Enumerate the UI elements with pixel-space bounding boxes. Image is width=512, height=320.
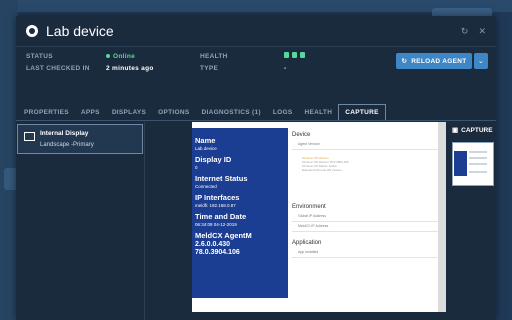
online-dot-icon	[106, 54, 110, 59]
preview-chrome-version: 78.0.3904.106	[195, 249, 240, 256]
thumbnail-line	[469, 151, 487, 153]
close-icon[interactable]: ✕	[478, 26, 486, 37]
preview-details: Device Agent Version Chrome OS Version C…	[292, 128, 438, 304]
type-value: -	[284, 65, 287, 72]
device-modal: Lab device ↻ ✕ STATUS Online LAST CHECKE…	[16, 16, 496, 320]
tab-displays[interactable]: DISPLAYS	[106, 104, 152, 120]
thumbnail-panel	[454, 151, 467, 176]
preview-row-global-ip: Global IP Address	[292, 212, 438, 222]
reload-dropdown-button[interactable]: ⌄	[474, 53, 488, 69]
health-monitor-icon	[292, 52, 297, 58]
monitor-icon	[24, 132, 35, 141]
preview-section-application: Application	[292, 240, 322, 246]
status-label: STATUS	[26, 53, 53, 60]
preview-info-panel: Name Lab device Display ID 0 Internet St…	[192, 128, 288, 298]
capture-preview: Name Lab device Display ID 0 Internet St…	[192, 122, 446, 312]
display-orientation: Landscape -Primary	[40, 142, 94, 148]
last-checked-label: LAST CHECKED IN	[26, 65, 90, 72]
tab-capture[interactable]: CAPTURE	[338, 104, 386, 120]
health-battery-icon	[300, 52, 305, 58]
preview-time-label: Time and Date	[195, 212, 247, 221]
camera-icon: ▣	[452, 127, 459, 134]
tab-logs[interactable]: LOGS	[267, 104, 299, 120]
reload-icon: ↻	[401, 58, 408, 65]
display-item[interactable]: Internal Display Landscape -Primary	[17, 124, 143, 154]
preview-ip-label: IP Interfaces	[195, 193, 240, 202]
thumbnail-line	[469, 163, 487, 165]
thumbnail-line	[469, 171, 487, 173]
modal-header: Lab device ↻ ✕	[16, 16, 496, 47]
health-icons	[284, 52, 305, 58]
preview-time-value: 06:34:08 04-12-2019	[195, 222, 237, 227]
tab-options[interactable]: OPTIONS	[152, 104, 195, 120]
preview-row-app: App Installed	[292, 248, 438, 258]
preview-display-label: Display ID	[195, 155, 232, 164]
preview-name-value: Lab device	[195, 146, 217, 151]
reload-agent-button[interactable]: ↻ RELOAD AGENT	[396, 53, 472, 69]
header-actions: ↻ ✕	[461, 26, 486, 37]
thumbnail-line	[469, 157, 487, 159]
status-section: STATUS Online LAST CHECKED IN 2 minutes …	[16, 47, 496, 85]
status-value: Online	[106, 53, 135, 60]
device-title: Lab device	[46, 23, 114, 39]
capture-thumbnail[interactable]	[452, 142, 494, 186]
preview-row-meld-ip: MeldCX IP Address	[292, 222, 438, 232]
tab-properties[interactable]: PROPERTIES	[18, 104, 75, 120]
preview-internet-value: Connected	[195, 184, 217, 189]
refresh-icon[interactable]: ↻	[461, 26, 469, 37]
capture-panel: ▣ CAPTURE	[446, 122, 496, 320]
meld-logo-icon	[26, 25, 38, 37]
last-checked-value: 2 minutes ago	[106, 65, 154, 72]
chevron-down-icon: ⌄	[477, 58, 485, 65]
tab-apps[interactable]: APPS	[75, 104, 106, 120]
preview-section-device: Device	[292, 132, 311, 138]
tab-health[interactable]: HEALTH	[299, 104, 339, 120]
preview-internet-label: Internet Status	[195, 174, 248, 183]
tab-bar: PROPERTIES APPS DISPLAYS OPTIONS DIAGNOS…	[16, 104, 496, 121]
preview-agent-label: MeldCX AgentM	[195, 231, 252, 240]
display-list: Internal Display Landscape -Primary	[16, 122, 145, 320]
preview-scrollbar[interactable]	[438, 122, 446, 312]
preview-spacer	[292, 172, 438, 200]
preview-display-value: 0	[195, 165, 198, 170]
health-gear-icon	[284, 52, 289, 58]
display-name: Internal Display	[40, 130, 89, 137]
preview-name-label: Name	[195, 136, 216, 145]
capture-label: ▣ CAPTURE	[452, 126, 493, 135]
type-label: TYPE	[200, 65, 219, 72]
preview-ip-value: meldfi: 192.168.0.87	[195, 203, 236, 208]
preview-section-environment: Environment	[292, 204, 326, 210]
health-label: HEALTH	[200, 53, 228, 60]
tab-diagnostics[interactable]: DIAGNOSTICS (1)	[195, 104, 266, 120]
preview-row-agent: Agent Version	[292, 140, 438, 150]
preview-agent-version: 2.6.0.0.430	[195, 241, 231, 248]
